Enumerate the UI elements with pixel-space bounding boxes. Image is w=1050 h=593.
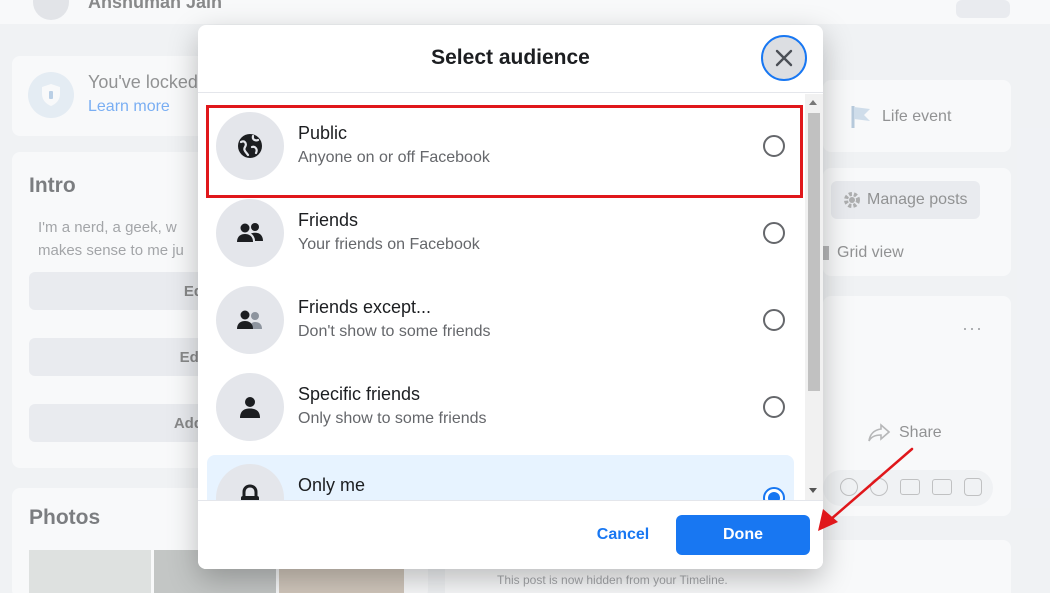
close-icon <box>775 49 793 67</box>
lock-icon <box>216 464 284 500</box>
audience-option-only-me[interactable]: Only me <box>207 455 794 500</box>
close-button[interactable] <box>761 35 807 81</box>
highlight-box <box>206 105 803 198</box>
list-scrollbar[interactable] <box>805 94 823 500</box>
scroll-up-icon[interactable] <box>809 100 817 105</box>
audience-option-specific-friends[interactable]: Specific friends Only show to some frien… <box>207 364 794 450</box>
radio-friends[interactable] <box>763 222 785 244</box>
audience-option-friends[interactable]: Friends Your friends on Facebook <box>207 190 794 276</box>
person-icon <box>216 373 284 441</box>
option-title: Only me <box>298 475 366 495</box>
scroll-thumb[interactable] <box>808 113 820 391</box>
option-title: Friends except... <box>298 297 432 317</box>
scroll-down-icon[interactable] <box>809 488 817 493</box>
option-title: Specific friends <box>298 384 421 404</box>
radio-friends-except[interactable] <box>763 309 785 331</box>
dialog-footer: Cancel Done <box>198 500 823 569</box>
option-title: Friends <box>298 210 359 230</box>
option-subtitle: Don't show to some friends <box>298 323 491 340</box>
dialog-title: Select audience <box>198 25 823 93</box>
audience-option-friends-except[interactable]: Friends except... Don't show to some fri… <box>207 277 794 363</box>
cancel-button[interactable]: Cancel <box>583 515 663 555</box>
radio-specific-friends[interactable] <box>763 396 785 418</box>
radio-only-me[interactable] <box>763 487 785 500</box>
friends-except-icon <box>216 286 284 354</box>
option-subtitle: Your friends on Facebook <box>298 236 480 253</box>
done-button[interactable]: Done <box>676 515 810 555</box>
friends-icon <box>216 199 284 267</box>
option-subtitle: Only show to some friends <box>298 410 487 427</box>
